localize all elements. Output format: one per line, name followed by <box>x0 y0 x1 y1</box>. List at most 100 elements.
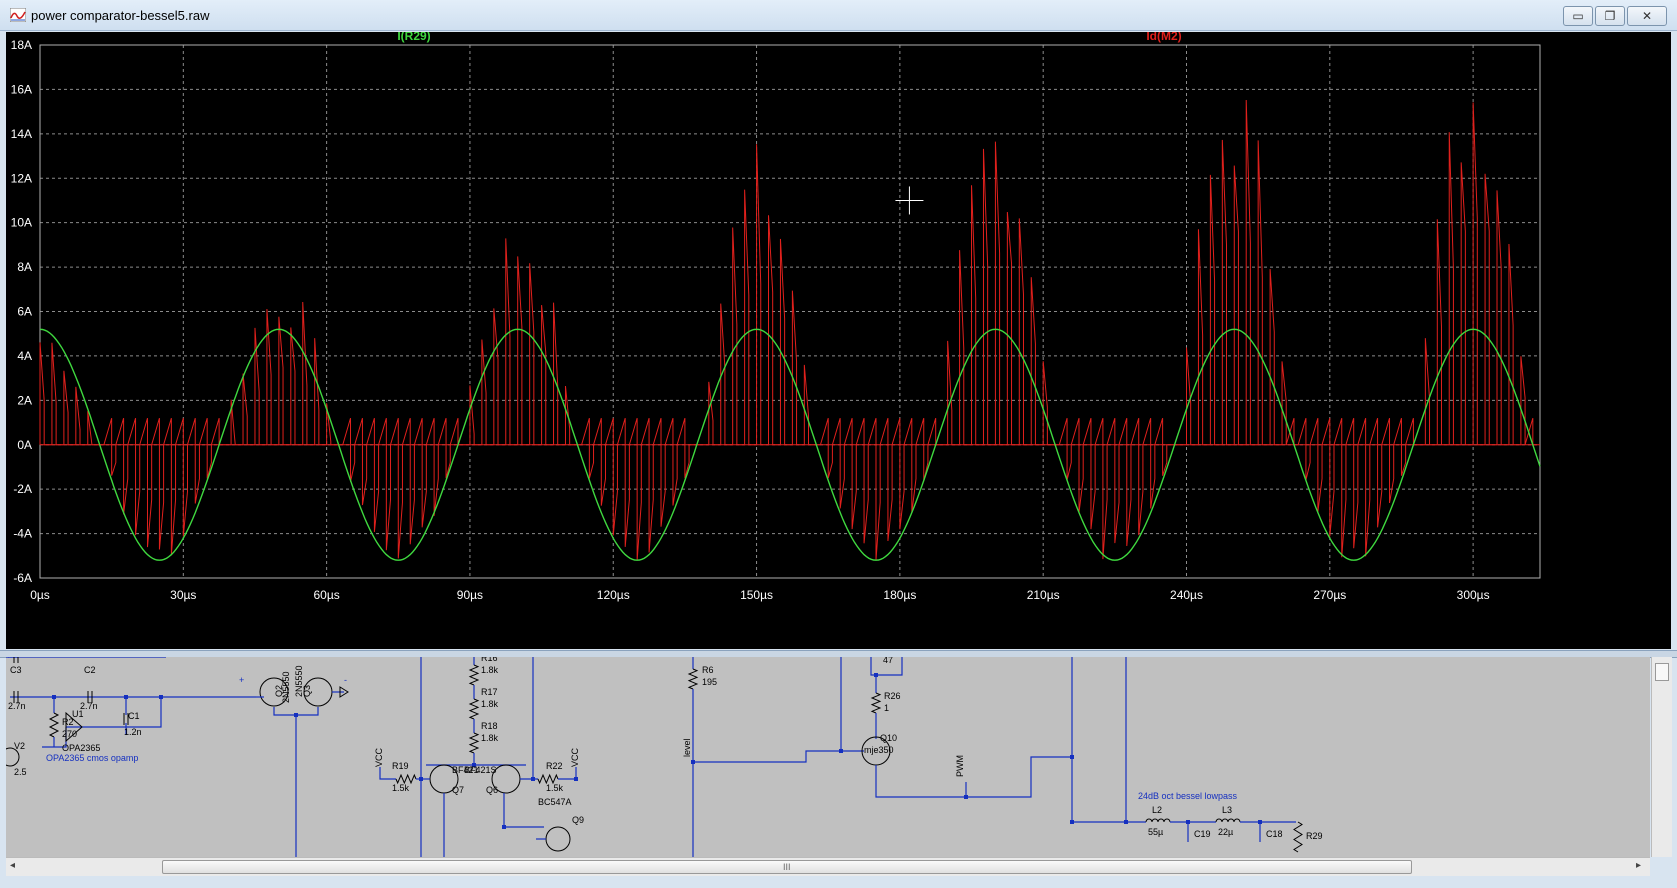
schematic-label-r22: R22 <box>546 761 563 771</box>
y-tick-label: 6A <box>17 305 32 319</box>
resistor-symbol <box>468 664 480 686</box>
restore-button[interactable]: ❐ <box>1595 6 1625 26</box>
y-tick-label: 2A <box>17 393 32 407</box>
x-tick-label: 210µs <box>1027 588 1060 602</box>
schematic-label-minus: - <box>344 675 347 685</box>
schematic-canvas[interactable]: C32.7nC22.7nC11.2nR2270U1OPA2365V22.5OPA… <box>6 657 1650 857</box>
horizontal-scroll-thumb[interactable]: III <box>162 860 1412 874</box>
schematic-label-c19: C19 <box>1194 829 1211 839</box>
schematic-label-c1: C1 <box>128 711 140 721</box>
close-icon: ✕ <box>1641 9 1653 23</box>
schematic-label-v2: V2 <box>14 741 25 751</box>
schematic-label-c1v: 1.2n <box>124 727 142 737</box>
y-tick-label: 4A <box>17 349 32 363</box>
resistor-symbol <box>468 732 480 754</box>
schematic-label-r22v: 1.5k <box>546 783 564 793</box>
schematic-label-r26: R26 <box>884 691 901 701</box>
waveform-plot-pane[interactable]: 0µs 30µs 60µs 90µs 120µs 150µs 180µs 210µs 240µs… <box>6 32 1671 649</box>
y-tick-label: -6A <box>13 571 32 585</box>
minimize-icon: ▭ <box>1572 9 1584 23</box>
inductor-symbol <box>1215 818 1241 823</box>
schematic-label-r6v: 195 <box>702 677 717 687</box>
minimize-button[interactable]: ▭ <box>1563 6 1593 26</box>
y-tick-label: 0A <box>17 438 32 452</box>
vertical-scroll-thumb[interactable] <box>1655 663 1669 681</box>
x-tick-label: 150µs <box>740 588 773 602</box>
schematic-label-r17: R17 <box>481 687 498 697</box>
resistor-symbol <box>687 668 699 690</box>
x-tick-label: 180µs <box>883 588 916 602</box>
schematic-label-u1v: OPA2365 <box>62 743 100 753</box>
schematic-horizontal-scrollbar[interactable]: ◂ III ▸ <box>6 857 1650 876</box>
schematic-junction <box>1186 820 1190 824</box>
schematic-label-c3: C3 <box>10 665 22 675</box>
schematic-label-r2v: 270 <box>62 729 77 739</box>
schematic-junction <box>52 695 56 699</box>
close-button[interactable]: ✕ <box>1627 6 1667 26</box>
schematic-label-q9: Q9 <box>572 815 584 825</box>
schematic-wire <box>875 756 1072 798</box>
schematic-label-r19v: 1.5k <box>392 783 410 793</box>
schematic-label-r17v: 1.8k <box>481 699 499 709</box>
schematic-label-q10: Q10 <box>880 733 897 743</box>
schematic-label-u1: U1 <box>72 709 84 719</box>
x-tick-label: 90µs <box>457 588 483 602</box>
schematic-label-v2v: 2.5 <box>14 767 27 777</box>
x-tick-label: 60µs <box>313 588 339 602</box>
window-title: power comparator-bessel5.raw <box>31 8 210 23</box>
schematic-pane[interactable]: C3 2.7n C2 2.7n C1 1.2n R2 270 U1 OPA2365 V2 2.5 OPA… <box>6 657 1650 857</box>
schematic-label-q7: Q7 <box>452 785 464 795</box>
schematic-label-c2: C2 <box>84 665 96 675</box>
schematic-label-opcomment: OPA2365 cmos opamp <box>46 753 138 763</box>
resistor-symbol <box>870 692 882 714</box>
schematic-junction <box>574 777 578 781</box>
schematic-label-vcc1: VCC <box>374 747 384 767</box>
y-tick-label: 8A <box>17 260 32 274</box>
y-tick-label: 12A <box>11 171 32 185</box>
schematic-junction <box>502 825 506 829</box>
scroll-grip-icon: III <box>783 862 791 872</box>
resistor-symbol <box>1293 821 1303 853</box>
schematic-label-r47: 47 <box>883 657 893 665</box>
schematic-label-r18v: 1.8k <box>481 733 499 743</box>
y-tick-label: 14A <box>11 127 32 141</box>
scroll-right-icon[interactable]: ▸ <box>1636 860 1641 871</box>
schematic-label-vcc2: VCC <box>570 747 580 767</box>
schematic-label-plus: + <box>239 675 244 685</box>
scroll-left-icon[interactable]: ◂ <box>10 860 15 871</box>
schematic-label-l3: L3 <box>1222 805 1232 815</box>
schematic-junction <box>159 695 163 699</box>
trace-id-m2[interactable] <box>39 100 1538 561</box>
schematic-label-q3v: 2N5550 <box>294 665 304 697</box>
schematic-label-r26v: 1 <box>884 703 889 713</box>
schematic-label-r6: R6 <box>702 665 714 675</box>
schematic-label-q6: Q6 <box>486 785 498 795</box>
schematic-label-r16: R16 <box>481 657 498 663</box>
waveform-chart[interactable]: 0µs 30µs 60µs 90µs 120µs 150µs 180µs 210µs 240µs… <box>6 32 1671 649</box>
schematic-label-l2v: 55µ <box>1148 827 1163 837</box>
x-tick-label: 270µs <box>1313 588 1346 602</box>
schematic-vertical-scrollbar[interactable] <box>1651 657 1672 857</box>
y-tick-label: 10A <box>11 216 32 230</box>
schematic-label-bc: BC547A <box>538 797 572 807</box>
window-controls: ▭ ❐ ✕ <box>1563 6 1667 26</box>
schematic-junction <box>294 713 298 717</box>
trace-label-i-r29[interactable]: I(R29) <box>397 32 430 43</box>
schematic-label-l3v: 22µ <box>1218 827 1233 837</box>
schematic-junction <box>419 777 423 781</box>
resistor-symbol <box>48 712 60 738</box>
trace-label-id-m2[interactable]: Id(M2) <box>1146 32 1181 43</box>
y-tick-label: 18A <box>11 38 32 52</box>
title-bar[interactable]: power comparator-bessel5.raw ▭ ❐ ✕ <box>0 0 1677 31</box>
y-tick-label: 16A <box>11 82 32 96</box>
schematic-wire <box>693 657 842 763</box>
x-tick-label: 300µs <box>1457 588 1490 602</box>
schematic-junction <box>531 777 535 781</box>
y-tick-label: -4A <box>13 527 32 541</box>
y-tick-label: -2A <box>13 482 32 496</box>
schematic-junction <box>124 695 128 699</box>
schematic-label-r16v: 1.8k <box>481 665 499 675</box>
schematic-label-level: level <box>682 738 692 757</box>
window-bottom-border <box>0 876 1677 888</box>
schematic-label-q10v: mje350 <box>864 745 894 755</box>
